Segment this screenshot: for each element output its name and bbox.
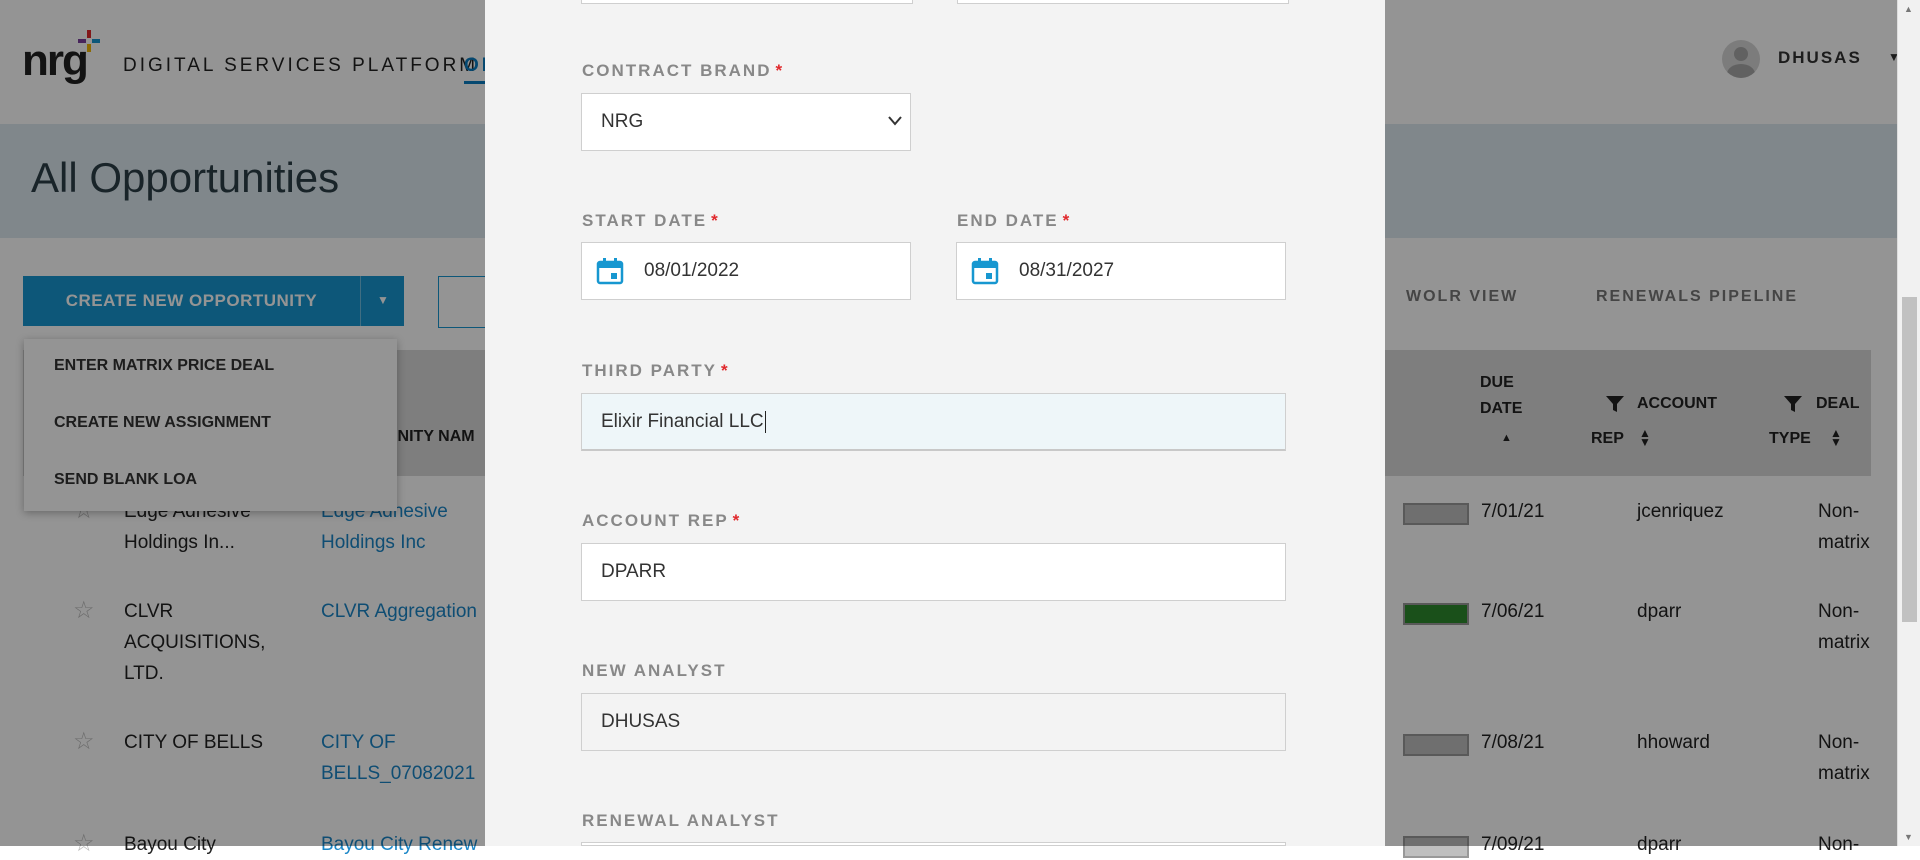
calendar-icon[interactable] [971,257,999,285]
required-marker: * [1062,211,1072,230]
contract-brand-value: NRG [601,111,644,132]
account-rep-value: DPARR [601,561,667,582]
start-date-label: START DATE * [582,211,720,230]
third-party-input[interactable]: Elixir Financial LLC [581,393,1286,451]
end-date-label: END DATE * [957,211,1072,230]
required-marker: * [721,361,730,380]
start-date-input[interactable]: 08/01/2022 [581,242,911,300]
top-input-left[interactable] [581,0,913,4]
page-scrollbar[interactable]: ▲ ▼ [1897,0,1920,846]
new-analyst-input[interactable]: DHUSAS [581,693,1286,751]
create-opportunity-modal: CONTRACT BRAND * NRG START DATE * 08/01/20… [485,0,1385,846]
top-input-right[interactable] [957,0,1289,4]
third-party-label: THIRD PARTY * [582,361,730,380]
account-rep-label: ACCOUNT REP * [582,511,742,530]
new-analyst-value: DHUSAS [601,711,681,732]
scroll-down-icon[interactable]: ▼ [1904,832,1913,842]
new-analyst-label: NEW ANALYST [582,661,727,680]
end-date-input[interactable]: 08/31/2027 [956,242,1286,300]
renewal-analyst-label: RENEWAL ANALYST [582,811,780,830]
calendar-icon[interactable] [596,257,624,285]
app-page: nrg DIGITAL SERVICES PLATFORM OP DHUSAS … [0,0,1920,858]
contract-brand-label: CONTRACT BRAND * [582,61,785,80]
text-cursor [764,410,766,433]
chevron-down-icon [888,116,902,126]
account-rep-input[interactable]: DPARR [581,543,1286,601]
contract-brand-select[interactable]: NRG [581,93,911,151]
third-party-value: Elixir Financial LLC [601,411,764,432]
required-marker: * [775,61,785,80]
required-marker: * [732,511,742,530]
start-date-value: 08/01/2022 [644,260,740,281]
scroll-thumb[interactable] [1902,297,1917,622]
required-marker: * [711,211,720,230]
renewal-analyst-input[interactable] [581,842,1286,846]
end-date-value: 08/31/2027 [1019,260,1115,281]
scroll-up-icon[interactable]: ▲ [1904,4,1913,14]
